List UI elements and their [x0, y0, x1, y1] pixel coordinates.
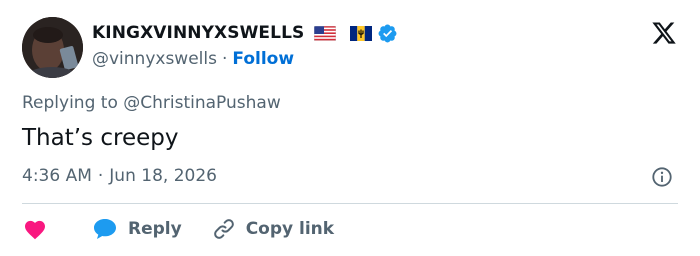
avatar[interactable] [22, 17, 83, 78]
reply-label: Reply [128, 219, 182, 239]
reply-button[interactable]: Reply [92, 217, 182, 241]
display-name[interactable]: KINGXVINNYXSWELLS [92, 23, 304, 43]
reply-mention-link[interactable]: @ChristinaPushaw [123, 93, 280, 113]
separator-dot: · [221, 49, 228, 69]
copy-link-label: Copy link [245, 219, 335, 239]
tweet-date: Jun 18, 2026 [109, 166, 217, 186]
barbados-flag-icon [350, 25, 373, 41]
divider [22, 203, 678, 204]
handle-row: @vinnyxswells · Follow [92, 48, 294, 70]
reply-bubble-icon [92, 217, 118, 241]
tweet-card: KINGXVINNYXSWELLS @vinnyxswells · Follow… [0, 0, 700, 256]
action-bar: Reply Copy link [22, 217, 334, 241]
info-icon[interactable] [651, 166, 673, 188]
verified-badge-icon [377, 23, 398, 44]
replying-prefix: Replying to [22, 93, 118, 113]
user-handle[interactable]: @vinnyxswells [92, 49, 217, 69]
date-separator: · [97, 166, 104, 186]
x-logo-icon[interactable] [650, 20, 678, 46]
name-row: KINGXVINNYXSWELLS [92, 20, 398, 46]
replying-to: Replying to @ChristinaPushaw [22, 93, 281, 113]
follow-button[interactable]: Follow [232, 49, 294, 69]
tweet-text: That’s creepy [22, 125, 179, 151]
copy-link-button[interactable]: Copy link [212, 217, 334, 241]
us-flag-icon [314, 25, 337, 41]
timestamp[interactable]: 4:36 AM · Jun 18, 2026 [22, 166, 217, 186]
tweet-time: 4:36 AM [22, 166, 92, 186]
link-icon [212, 217, 236, 241]
heart-icon[interactable] [22, 218, 48, 240]
